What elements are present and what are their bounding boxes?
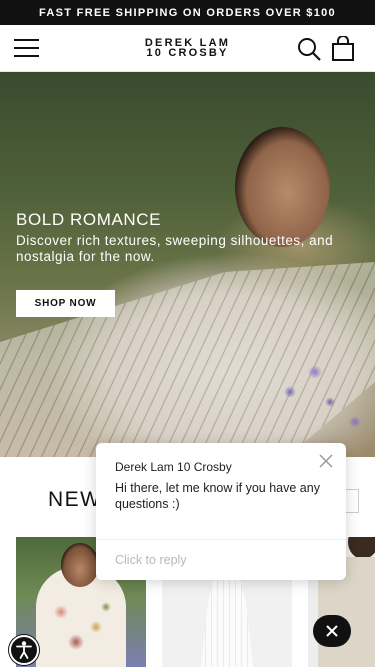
hero-banner[interactable]: BOLD ROMANCE Discover rich textures, swe… <box>0 72 375 457</box>
floral-pattern <box>46 597 116 657</box>
chat-message: Hi there, let me know if you have any qu… <box>115 481 320 511</box>
hero-text-block: BOLD ROMANCE Discover rich textures, swe… <box>16 209 356 265</box>
model-head <box>61 543 99 587</box>
hero-flowers-image <box>270 362 370 442</box>
hero-subtitle: Discover rich textures, sweeping silhoue… <box>16 233 334 264</box>
divider <box>96 539 346 540</box>
close-icon[interactable] <box>318 453 334 469</box>
model-head <box>348 537 375 559</box>
hero-title: BOLD ROMANCE <box>16 210 162 229</box>
chat-brand-name: Derek Lam 10 Crosby <box>115 460 232 474</box>
announcement-text: FAST FREE SHIPPING ON ORDERS OVER $100 <box>39 6 336 19</box>
site-header: DEREK LAM 10 CROSBY <box>0 25 375 72</box>
accessibility-icon <box>16 641 32 659</box>
close-icon <box>326 625 338 637</box>
chat-reply-input[interactable]: Click to reply <box>115 553 187 567</box>
new-arrivals-title: NEW <box>48 488 102 511</box>
announcement-bar: FAST FREE SHIPPING ON ORDERS OVER $100 <box>0 0 375 25</box>
chat-close-button[interactable] <box>313 615 351 647</box>
shopping-bag-icon[interactable] <box>331 35 357 62</box>
search-icon[interactable] <box>296 36 322 62</box>
chat-popup[interactable]: Derek Lam 10 Crosby Hi there, let me kno… <box>96 443 346 580</box>
product-image <box>200 579 254 667</box>
accessibility-button[interactable] <box>9 635 39 665</box>
shop-now-button[interactable]: SHOP NOW <box>16 290 115 317</box>
